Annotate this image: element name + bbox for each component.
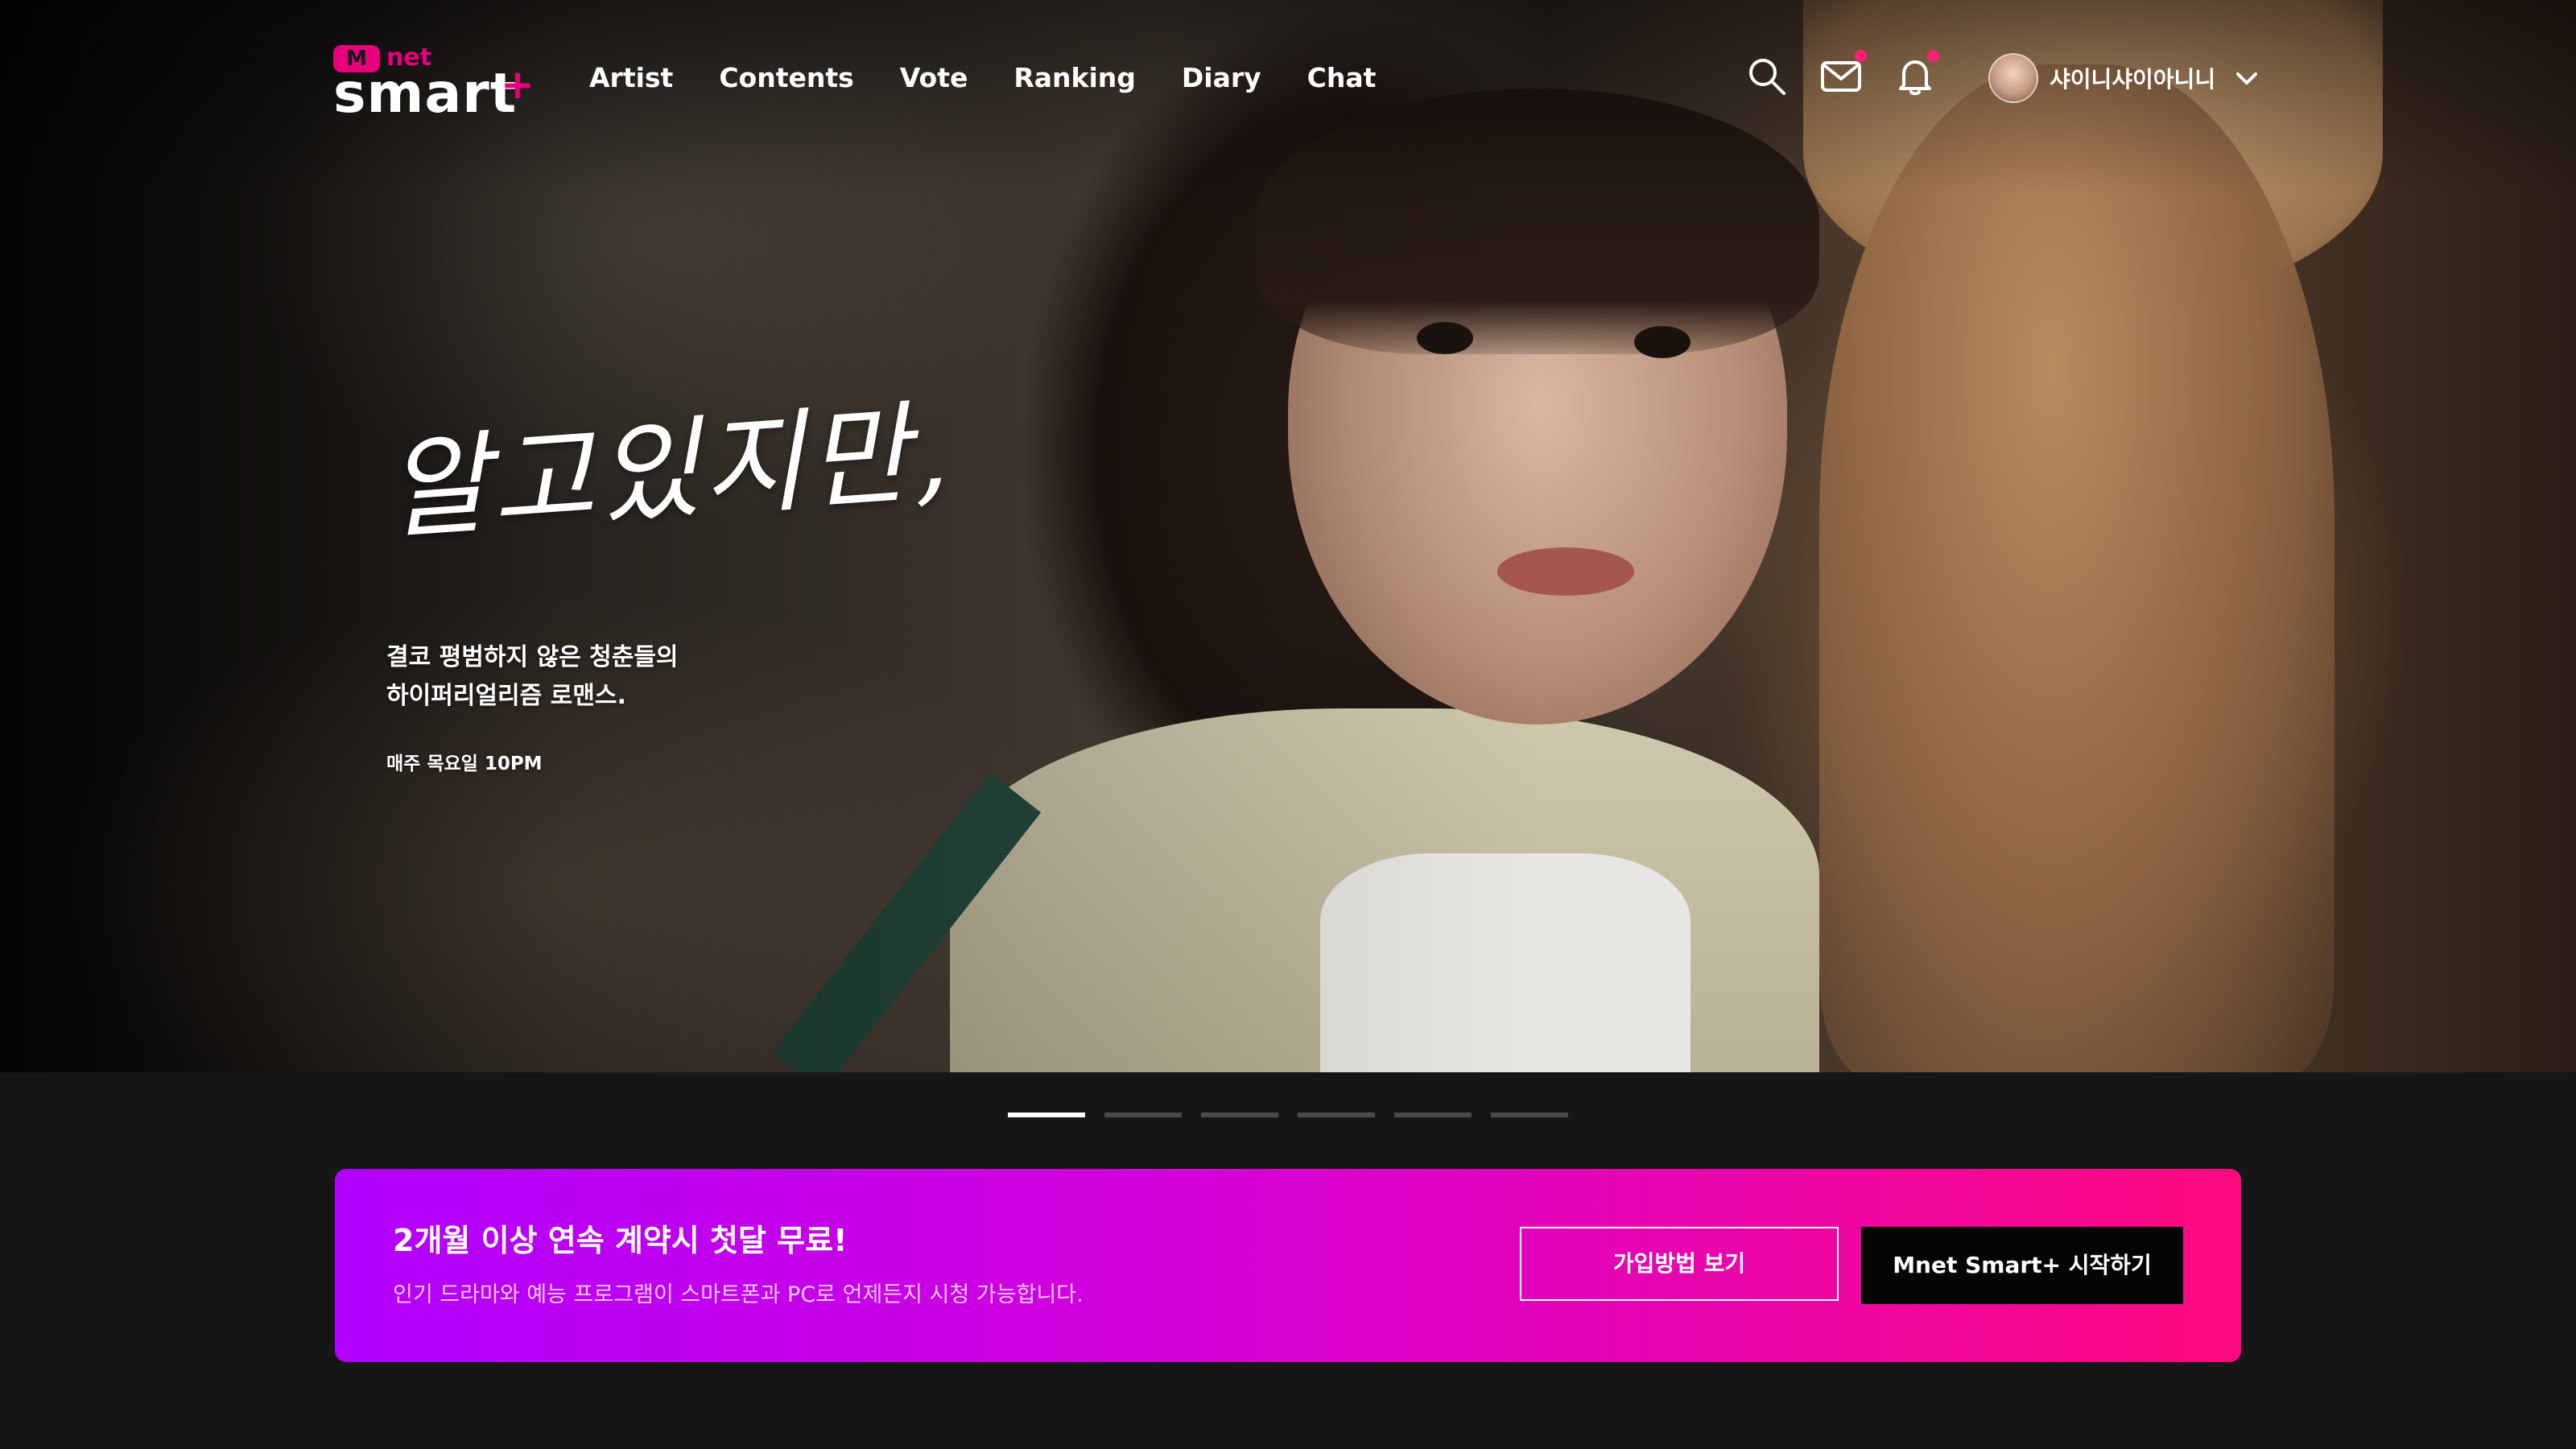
- hero-schedule: 매주 목요일 10PM: [386, 753, 543, 774]
- nav-item-chat[interactable]: Chat: [1307, 58, 1377, 98]
- promo-subtitle: 인기 드라마와 예능 프로그램이 스마트폰과 PC로 언제든지 시청 가능합니다…: [393, 1282, 1084, 1307]
- hero-pagination: [1008, 1113, 1568, 1117]
- main-nav: Artist Contents Vote Ranking Diary Chat: [589, 58, 1376, 98]
- nav-item-ranking[interactable]: Ranking: [1013, 58, 1136, 98]
- notifications-button[interactable]: [1893, 50, 1939, 98]
- nav-item-diary[interactable]: Diary: [1182, 58, 1261, 98]
- chevron-down-icon: [2236, 72, 2258, 85]
- slide-indicator-active[interactable]: [1008, 1113, 1085, 1117]
- slide-indicator[interactable]: [1104, 1113, 1182, 1117]
- mnet-smart-logo[interactable]: M net smart +: [333, 42, 535, 126]
- slide-indicator[interactable]: [1394, 1113, 1472, 1117]
- hero-description-line: 하이퍼리얼리즘 로맨스.: [386, 682, 626, 710]
- nav-item-contents[interactable]: Contents: [719, 58, 853, 98]
- slide-indicator[interactable]: [1201, 1113, 1278, 1117]
- nav-item-artist[interactable]: Artist: [589, 58, 673, 98]
- mail-button[interactable]: [1819, 50, 1867, 98]
- logo-plus: +: [501, 61, 535, 108]
- user-name: 샤이니샤이아니니: [2050, 66, 2216, 93]
- signup-guide-button[interactable]: 가입방법 보기: [1520, 1227, 1839, 1301]
- promo-title: 2개월 이상 연속 계약시 첫달 무료!: [393, 1223, 848, 1258]
- search-icon: [1749, 59, 1785, 95]
- start-mnet-smart-button[interactable]: Mnet Smart+ 시작하기: [1861, 1227, 2183, 1304]
- hero-description-line: 결코 평범하지 않은 청춘들의: [386, 643, 679, 671]
- logo-wordmark: smart: [333, 62, 518, 126]
- mail-notification-dot: [1855, 50, 1867, 62]
- promo-banner: 2개월 이상 연속 계약시 첫달 무료! 인기 드라마와 예능 프로그램이 스마…: [335, 1169, 2241, 1362]
- bell-notification-dot: [1927, 50, 1939, 62]
- mail-icon: [1821, 61, 1861, 92]
- avatar: [1988, 53, 2038, 103]
- hero-copy: 알고있지만, 결코 평범하지 않은 청춘들의 하이퍼리얼리즘 로맨스. 매주 목…: [382, 386, 955, 775]
- nav-item-vote[interactable]: Vote: [900, 58, 968, 98]
- hero-description: 결코 평범하지 않은 청춘들의 하이퍼리얼리즘 로맨스.: [386, 638, 805, 716]
- top-header: M net smart + Artist Contents Vote Ranki…: [0, 0, 2576, 161]
- search-button[interactable]: [1745, 55, 1789, 98]
- slide-indicator[interactable]: [1298, 1113, 1375, 1117]
- user-menu[interactable]: 샤이니샤이아니니: [1988, 53, 2260, 103]
- slide-indicator[interactable]: [1491, 1113, 1568, 1117]
